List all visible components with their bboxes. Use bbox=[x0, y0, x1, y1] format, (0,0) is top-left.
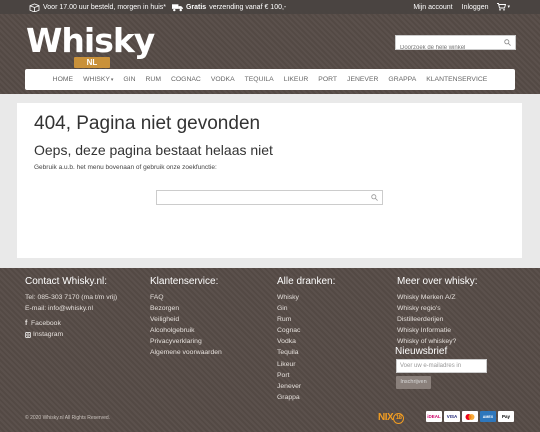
amex-icon: AMEX bbox=[480, 411, 496, 422]
instagram-label: Instagram bbox=[33, 331, 64, 338]
nav-port[interactable]: Port bbox=[313, 69, 342, 90]
instagram-link[interactable]: Instagram bbox=[25, 329, 117, 340]
my-account-link[interactable]: Mijn account bbox=[413, 4, 452, 11]
mastercard-icon bbox=[462, 411, 478, 422]
footer-link-faq[interactable]: FAQ bbox=[150, 292, 222, 303]
footer-link-alcoholgebruik[interactable]: Alcoholgebruik bbox=[150, 325, 222, 336]
site-header: Whisky NL Home Whisky Gin Rum Cognac Vod… bbox=[0, 14, 540, 94]
apple-pay-icon: Pay bbox=[498, 411, 514, 422]
footer-link-jenever[interactable]: Jenever bbox=[277, 381, 335, 392]
nav-home[interactable]: Home bbox=[48, 69, 78, 90]
footer-link-regios[interactable]: Whisky regio's bbox=[397, 303, 478, 314]
search-icon[interactable] bbox=[504, 39, 511, 46]
cart-icon bbox=[497, 3, 507, 11]
shipping-bold-text: Gratis bbox=[185, 3, 207, 11]
shipping-text: verzending vanaf € 100,- bbox=[209, 3, 287, 11]
nav-klantenservice[interactable]: Klantenservice bbox=[421, 69, 492, 90]
nix-age: 18 bbox=[393, 413, 405, 424]
order-deadline-text: Voor 17.00 uur besteld, morgen in huis* bbox=[43, 3, 166, 11]
page-search-input[interactable] bbox=[157, 196, 362, 210]
footer-email[interactable]: E-mail: info@whisky.nl bbox=[25, 303, 117, 314]
newsletter-email-input[interactable]: Voer uw e-mailadres in bbox=[396, 359, 487, 373]
truck-icon bbox=[171, 3, 183, 11]
search-icon[interactable] bbox=[371, 194, 378, 201]
copyright-text: © 2020 Whisky.nl All Rights Reserved. bbox=[25, 415, 111, 421]
cart-button[interactable]: ▾ bbox=[497, 3, 510, 11]
facebook-link[interactable]: f Facebook bbox=[25, 318, 117, 329]
footer-link-merken[interactable]: Whisky Merken A/Z bbox=[397, 292, 478, 303]
footer-service: Klantenservice: FAQ Bezorgen Veiligheid … bbox=[150, 276, 222, 359]
nav-rum[interactable]: Rum bbox=[141, 69, 166, 90]
footer-link-informatie[interactable]: Whisky Informatie bbox=[397, 325, 478, 336]
footer-contact-title: Contact Whisky.nl: bbox=[25, 276, 108, 287]
footer-drinks: Alle dranken: Whisky Gin Rum Cognac Vodk… bbox=[277, 276, 335, 403]
footer-link-port[interactable]: Port bbox=[277, 370, 335, 381]
payment-methods: iDEAL VISA AMEX Pay bbox=[426, 411, 514, 422]
ideal-icon: iDEAL bbox=[426, 411, 442, 422]
main-content: 404, Pagina niet gevonden Oeps, deze pag… bbox=[17, 103, 522, 258]
footer-more-title: Meer over whisky: bbox=[397, 276, 478, 287]
footer-contact: Contact Whisky.nl: Tel: 085-303 7170 (ma… bbox=[25, 276, 117, 340]
login-link[interactable]: Inloggen bbox=[462, 4, 489, 11]
facebook-label: Facebook bbox=[31, 320, 61, 327]
logo-wordmark: Whisky bbox=[26, 21, 155, 60]
nav-tequila[interactable]: Tequila bbox=[240, 69, 279, 90]
help-text: Gebruik a.u.b. het menu bovenaan of gebr… bbox=[34, 164, 217, 171]
main-nav: Home Whisky Gin Rum Cognac Vodka Tequila… bbox=[25, 69, 515, 90]
footer-link-tequila[interactable]: Tequila bbox=[277, 347, 335, 358]
facebook-icon: f bbox=[25, 319, 28, 327]
footer-phone: Tel: 085-303 7170 (ma t/m vrij) bbox=[25, 294, 118, 301]
site-footer: Contact Whisky.nl: Tel: 085-303 7170 (ma… bbox=[0, 268, 540, 432]
footer-link-bezorgen[interactable]: Bezorgen bbox=[150, 303, 222, 314]
footer-link-veiligheid[interactable]: Veiligheid bbox=[150, 314, 222, 325]
usp-bar: Voor 17.00 uur besteld, morgen in huis* … bbox=[29, 0, 286, 14]
whisky-logo[interactable]: Whisky NL bbox=[26, 21, 155, 68]
nix18-logo: NIX 18 bbox=[378, 412, 405, 424]
nav-grappa[interactable]: Grappa bbox=[383, 69, 421, 90]
mastercard-circles bbox=[465, 413, 475, 420]
nav-gin[interactable]: Gin bbox=[118, 69, 140, 90]
footer-more: Meer over whisky: Whisky Merken A/Z Whis… bbox=[397, 276, 478, 347]
nav-vodka[interactable]: Vodka bbox=[206, 69, 240, 90]
page-subtitle: Oeps, deze pagina bestaat helaas niet bbox=[34, 142, 273, 158]
footer-drinks-title: Alle dranken: bbox=[277, 276, 336, 287]
chevron-down-icon: ▾ bbox=[507, 4, 510, 10]
header-search bbox=[395, 35, 516, 55]
newsletter-title: Nieuwsbrief bbox=[395, 346, 448, 357]
footer-link-privacy[interactable]: Privacyverklaring bbox=[150, 336, 222, 347]
footer-link-likeur[interactable]: Likeur bbox=[277, 359, 335, 370]
footer-service-title: Klantenservice: bbox=[150, 276, 219, 287]
page-search bbox=[156, 190, 383, 210]
visa-icon: VISA bbox=[444, 411, 460, 422]
footer-link-cognac[interactable]: Cognac bbox=[277, 325, 335, 336]
nix-text: NIX bbox=[378, 412, 394, 423]
header-search-input[interactable] bbox=[396, 41, 496, 55]
page-title: 404, Pagina niet gevonden bbox=[34, 113, 261, 134]
top-bar: Voor 17.00 uur besteld, morgen in huis* … bbox=[0, 0, 540, 14]
package-icon bbox=[29, 2, 40, 12]
newsletter-subscribe-button[interactable]: Inschrijven bbox=[396, 376, 431, 389]
nav-likeur[interactable]: Likeur bbox=[279, 69, 314, 90]
footer-link-grappa[interactable]: Grappa bbox=[277, 392, 335, 403]
nav-jenever[interactable]: Jenever bbox=[342, 69, 383, 90]
footer-link-whisky[interactable]: Whisky bbox=[277, 292, 335, 303]
footer-link-voorwaarden[interactable]: Algemene voorwaarden bbox=[150, 347, 222, 358]
nav-whisky[interactable]: Whisky bbox=[78, 69, 118, 90]
footer-link-distilleerderijen[interactable]: Distilleerderijen bbox=[397, 314, 478, 325]
footer-link-rum[interactable]: Rum bbox=[277, 314, 335, 325]
instagram-icon bbox=[25, 331, 31, 338]
nav-cognac[interactable]: Cognac bbox=[166, 69, 206, 90]
footer-link-gin[interactable]: Gin bbox=[277, 303, 335, 314]
footer-link-vodka[interactable]: Vodka bbox=[277, 336, 335, 347]
logo-badge: NL bbox=[74, 57, 110, 68]
